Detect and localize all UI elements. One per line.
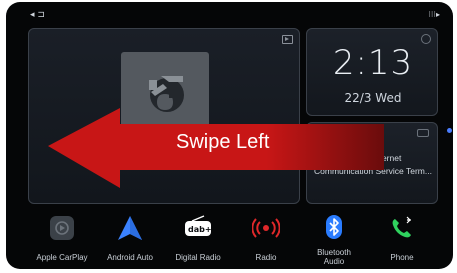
dock-label-line1: Bluetooth: [317, 248, 351, 257]
dock-label: Apple CarPlay: [36, 253, 88, 262]
dock-item-bluetooth-audio[interactable]: Bluetooth Audio: [300, 212, 368, 266]
phone-icon: [392, 216, 411, 238]
dock-item-radio[interactable]: Radio: [232, 212, 300, 266]
dock-label: Bluetooth Audio: [296, 248, 372, 266]
dab-radio-icon: dab+: [185, 215, 212, 236]
notification-icon: [417, 129, 429, 137]
dock-label: Android Auto: [107, 253, 153, 262]
dock-label: Phone: [390, 253, 414, 262]
dock-label: Digital Radio: [175, 253, 221, 262]
screen: ◂ ⊐ ⁝⁝⁝▸ 2:13 22/3 Wed he Internet Commu…: [0, 0, 457, 273]
apple-carplay-icon: [50, 216, 74, 240]
dock-item-android-auto[interactable]: Android Auto: [96, 212, 164, 266]
dock-item-digital-radio[interactable]: dab+ Digital Radio: [164, 212, 232, 266]
back-icon[interactable]: ◂ ⊐: [30, 10, 45, 20]
radio-waves-icon: [252, 218, 280, 238]
bluetooth-icon: [326, 215, 342, 239]
dock-item-phone[interactable]: Phone: [368, 212, 436, 266]
clock-date: 22/3 Wed: [344, 91, 402, 105]
app-dock: Apple CarPlay Android Auto dab+ Digital …: [28, 212, 440, 266]
swipe-label: Swipe Left: [176, 131, 270, 153]
media-source-icon[interactable]: [282, 35, 293, 44]
page-indicator-dot: [447, 128, 452, 133]
status-bar: ◂ ⊐ ⁝⁝⁝▸: [30, 10, 440, 22]
dock-item-apple-carplay[interactable]: Apple CarPlay: [28, 212, 96, 266]
clock-time: 2:13: [332, 43, 414, 83]
menu-grid-icon[interactable]: ⁝⁝⁝▸: [428, 10, 440, 19]
dock-label: Radio: [255, 253, 277, 262]
dock-label-line2: Audio: [323, 257, 345, 266]
clock-card[interactable]: 2:13 22/3 Wed: [306, 28, 438, 116]
dab-glyph: dab+: [188, 225, 212, 234]
android-auto-icon: [118, 216, 142, 240]
